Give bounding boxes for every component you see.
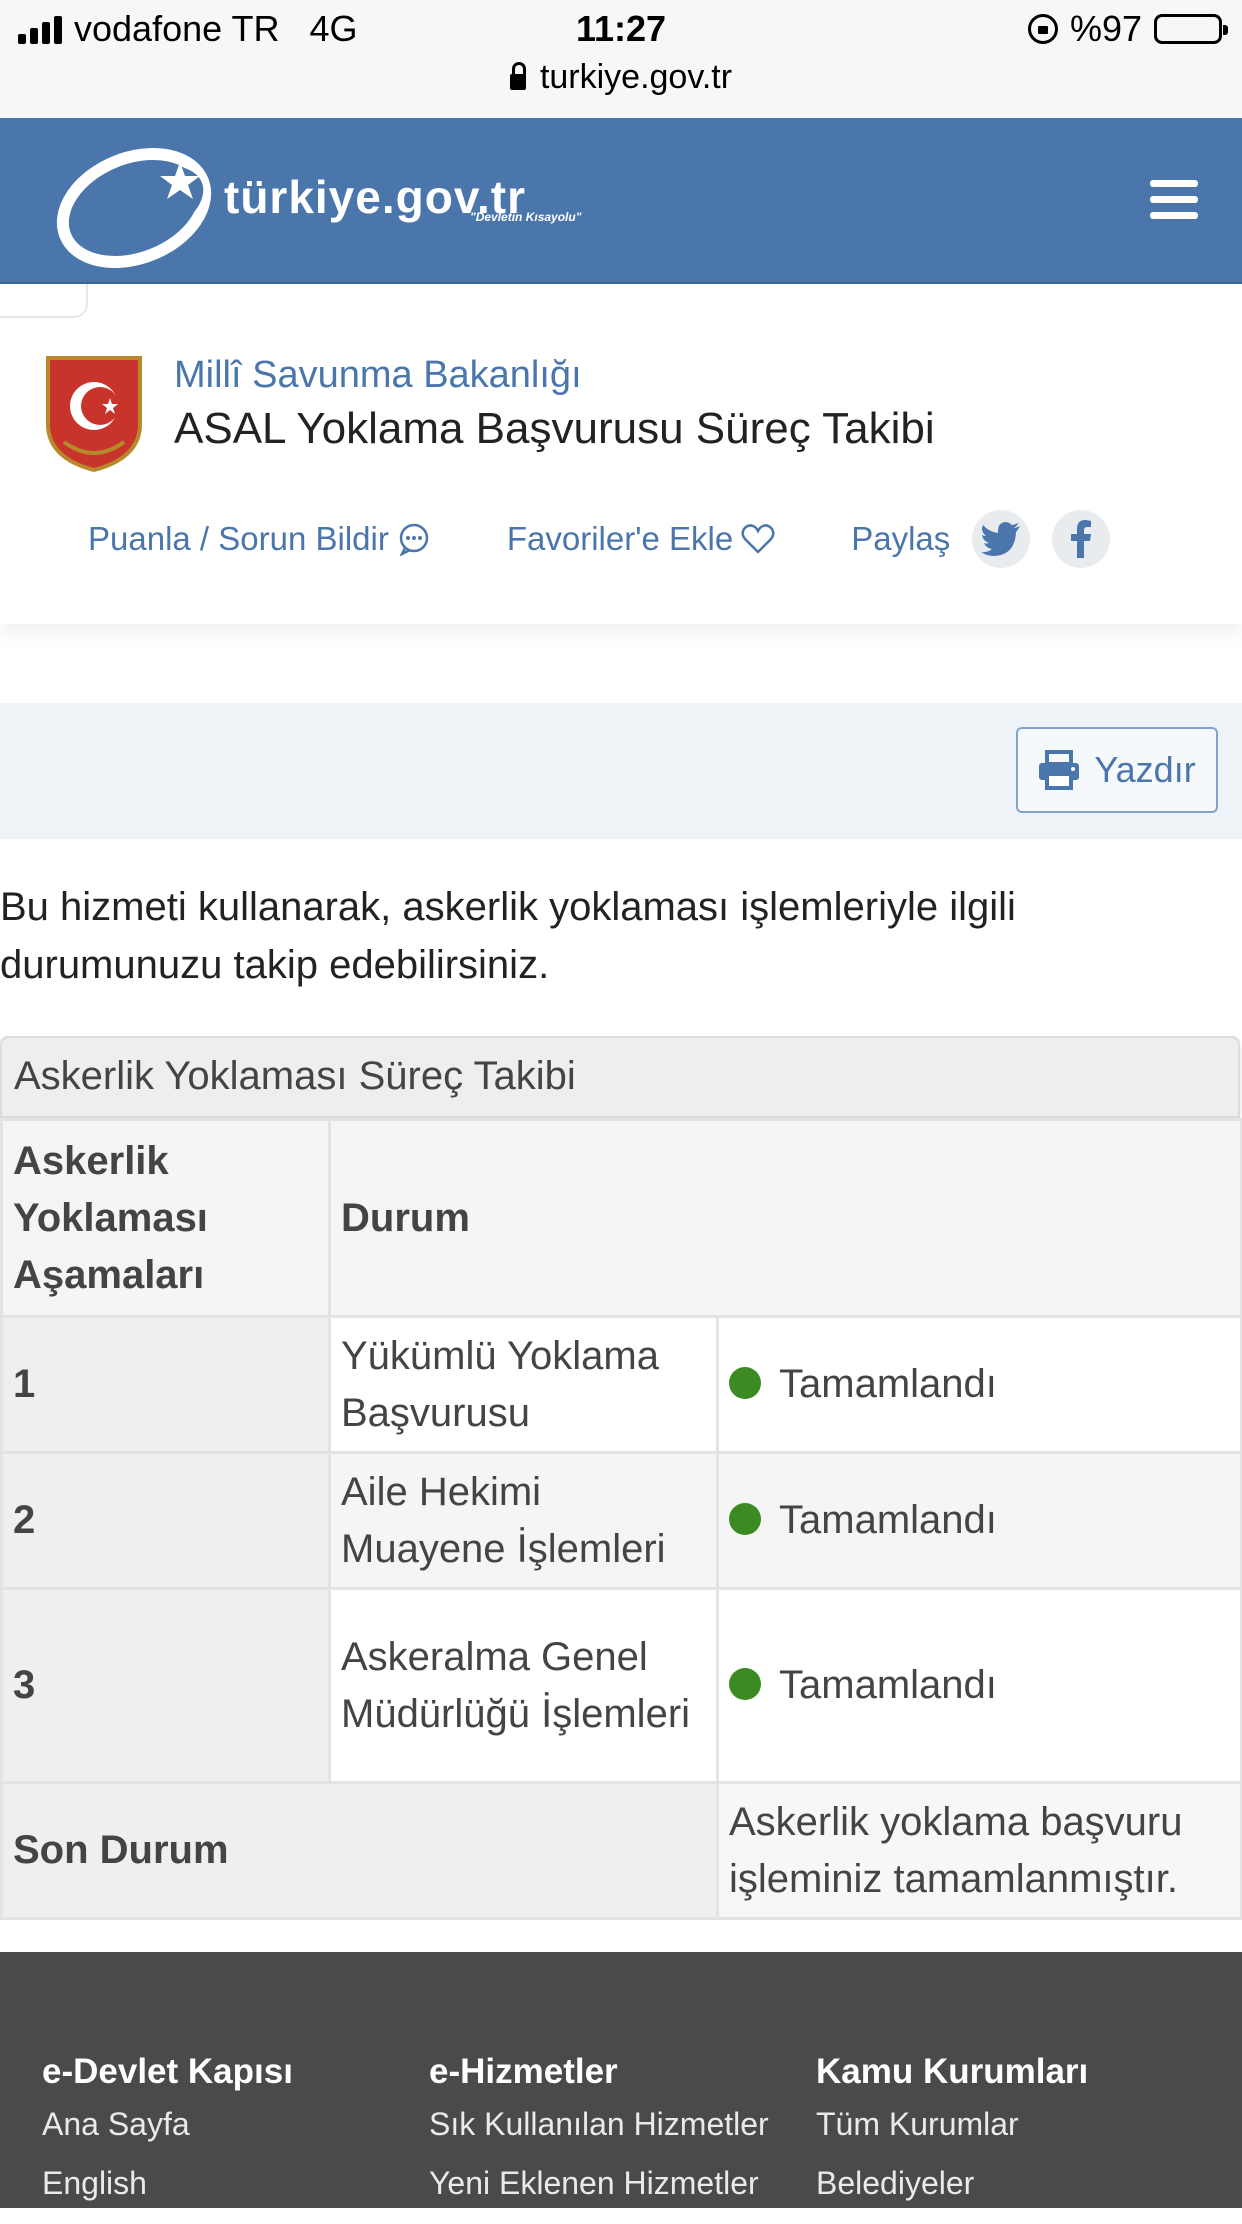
- service-actions: Puanla / Sorun Bildir Favoriler'e Ekle P…: [88, 510, 1111, 568]
- page-title: ASAL Yoklama Başvurusu Süreç Takibi: [174, 404, 935, 453]
- header-stages: Askerlik Yoklaması Aşamaları: [0, 1118, 331, 1318]
- printer-icon: [1039, 750, 1080, 790]
- final-status-value: Askerlik yoklama başvuru işleminiz tamam…: [715, 1781, 1242, 1920]
- orientation-lock-icon: [1027, 14, 1058, 44]
- footer-link-new[interactable]: Yeni Eklenen Hizmetler: [429, 2165, 769, 2202]
- step-name: Yükümlü Yoklama Başvurusu: [328, 1315, 719, 1454]
- ministry-name[interactable]: Millî Savunma Bakanlığı: [174, 354, 582, 397]
- add-favorite-label: Favoriler'e Ekle: [506, 520, 734, 557]
- status-right: %97: [1027, 8, 1228, 50]
- battery-percent: %97: [1069, 8, 1142, 49]
- back-tab[interactable]: [0, 284, 88, 318]
- status-bar: vodafone TR 4G 11:27 %97 turkiye.gov.tr: [0, 0, 1242, 118]
- table-row: 3 Askeralma Genel Müdürlüğü İşlemleri Ta…: [0, 1587, 1242, 1784]
- rate-report-label: Puanla / Sorun Bildir: [88, 520, 389, 557]
- share-group: Paylaş: [851, 510, 1111, 568]
- table-row: 1 Yükümlü Yoklama Başvurusu Tamamlandı: [0, 1315, 1242, 1454]
- add-favorite-button[interactable]: Favoriler'e Ekle: [507, 520, 775, 558]
- share-label: Paylaş: [851, 520, 951, 557]
- status-dot-icon: [729, 1668, 761, 1701]
- footer-column-ehizmetler: e-Hizmetler Sık Kullanılan Hizmetler Yen…: [429, 2052, 769, 2224]
- step-status: Tamamlandı: [715, 1587, 1242, 1784]
- status-dot-icon: [729, 1503, 761, 1536]
- final-status-row: Son Durum Askerlik yoklama başvuru işlem…: [0, 1781, 1242, 1920]
- menu-icon[interactable]: [1150, 180, 1198, 228]
- footer-column-kurumlar: Kamu Kurumları Tüm Kurumlar Belediyeler: [816, 2052, 1088, 2224]
- status-table: Askerlik Yoklaması Aşamaları Durum 1 Yük…: [0, 1118, 1242, 1920]
- battery-icon: [1154, 14, 1228, 44]
- table-header-row: Askerlik Yoklaması Aşamaları Durum: [0, 1118, 1242, 1318]
- step-number: 1: [0, 1315, 331, 1454]
- status-text: Tamamlandı: [779, 1663, 997, 1707]
- ministry-emblem-icon: [46, 356, 142, 473]
- logo-tagline: "Devletin Kısayolu": [470, 210, 582, 224]
- final-status-label: Son Durum: [0, 1781, 719, 1920]
- footer-link-home[interactable]: Ana Sayfa: [42, 2106, 293, 2143]
- status-text: Tamamlandı: [779, 1362, 997, 1406]
- footer-column-edevlet: e-Devlet Kapısı Ana Sayfa English: [42, 2052, 293, 2224]
- url-text: turkiye.gov.tr: [539, 58, 733, 96]
- heart-icon: [741, 524, 775, 554]
- step-status: Tamamlandı: [715, 1451, 1242, 1590]
- header-status: Durum: [327, 1118, 1242, 1318]
- status-dot-icon: [729, 1367, 761, 1400]
- table-caption: Askerlik Yoklaması Süreç Takibi: [0, 1036, 1240, 1118]
- logo-swoosh-icon[interactable]: [52, 138, 232, 268]
- footer-link-english[interactable]: English: [42, 2165, 293, 2202]
- status-text: Tamamlandı: [779, 1498, 997, 1542]
- footer-link-municipalities[interactable]: Belediyeler: [816, 2165, 1088, 2202]
- print-button[interactable]: Yazdır: [1016, 727, 1218, 813]
- site-footer: e-Devlet Kapısı Ana Sayfa English e-Hizm…: [0, 1952, 1242, 2208]
- step-name: Askeralma Genel Müdürlüğü İşlemleri: [328, 1587, 719, 1784]
- service-card: Millî Savunma Bakanlığı ASAL Yoklama Baş…: [0, 284, 1242, 624]
- footer-link-all-institutions[interactable]: Tüm Kurumlar: [816, 2106, 1088, 2143]
- step-number: 2: [0, 1451, 331, 1590]
- table-row: 2 Aile Hekimi Muayene İşlemleri Tamamlan…: [0, 1451, 1242, 1590]
- footer-link-frequent[interactable]: Sık Kullanılan Hizmetler: [429, 2106, 769, 2143]
- padlock-icon: [509, 61, 526, 90]
- footer-heading: e-Hizmetler: [429, 2052, 618, 2091]
- chat-bubble-icon: [399, 523, 429, 556]
- twitter-icon[interactable]: [972, 510, 1031, 568]
- step-name: Aile Hekimi Muayene İşlemleri: [328, 1451, 719, 1590]
- print-label: Yazdır: [1094, 749, 1196, 790]
- step-status: Tamamlandı: [715, 1315, 1242, 1454]
- intro-text: Bu hizmeti kullanarak, askerlik yoklamas…: [0, 885, 1016, 987]
- toolbar-band: Yazdır: [0, 703, 1242, 839]
- footer-heading: e-Devlet Kapısı: [42, 2052, 293, 2091]
- rate-report-button[interactable]: Puanla / Sorun Bildir: [88, 520, 431, 558]
- site-header: türkiye.gov.tr "Devletin Kısayolu": [0, 118, 1242, 284]
- step-number: 3: [0, 1587, 331, 1784]
- address-bar[interactable]: turkiye.gov.tr: [0, 58, 1242, 97]
- facebook-icon[interactable]: [1052, 510, 1111, 568]
- footer-heading: Kamu Kurumları: [816, 2052, 1089, 2091]
